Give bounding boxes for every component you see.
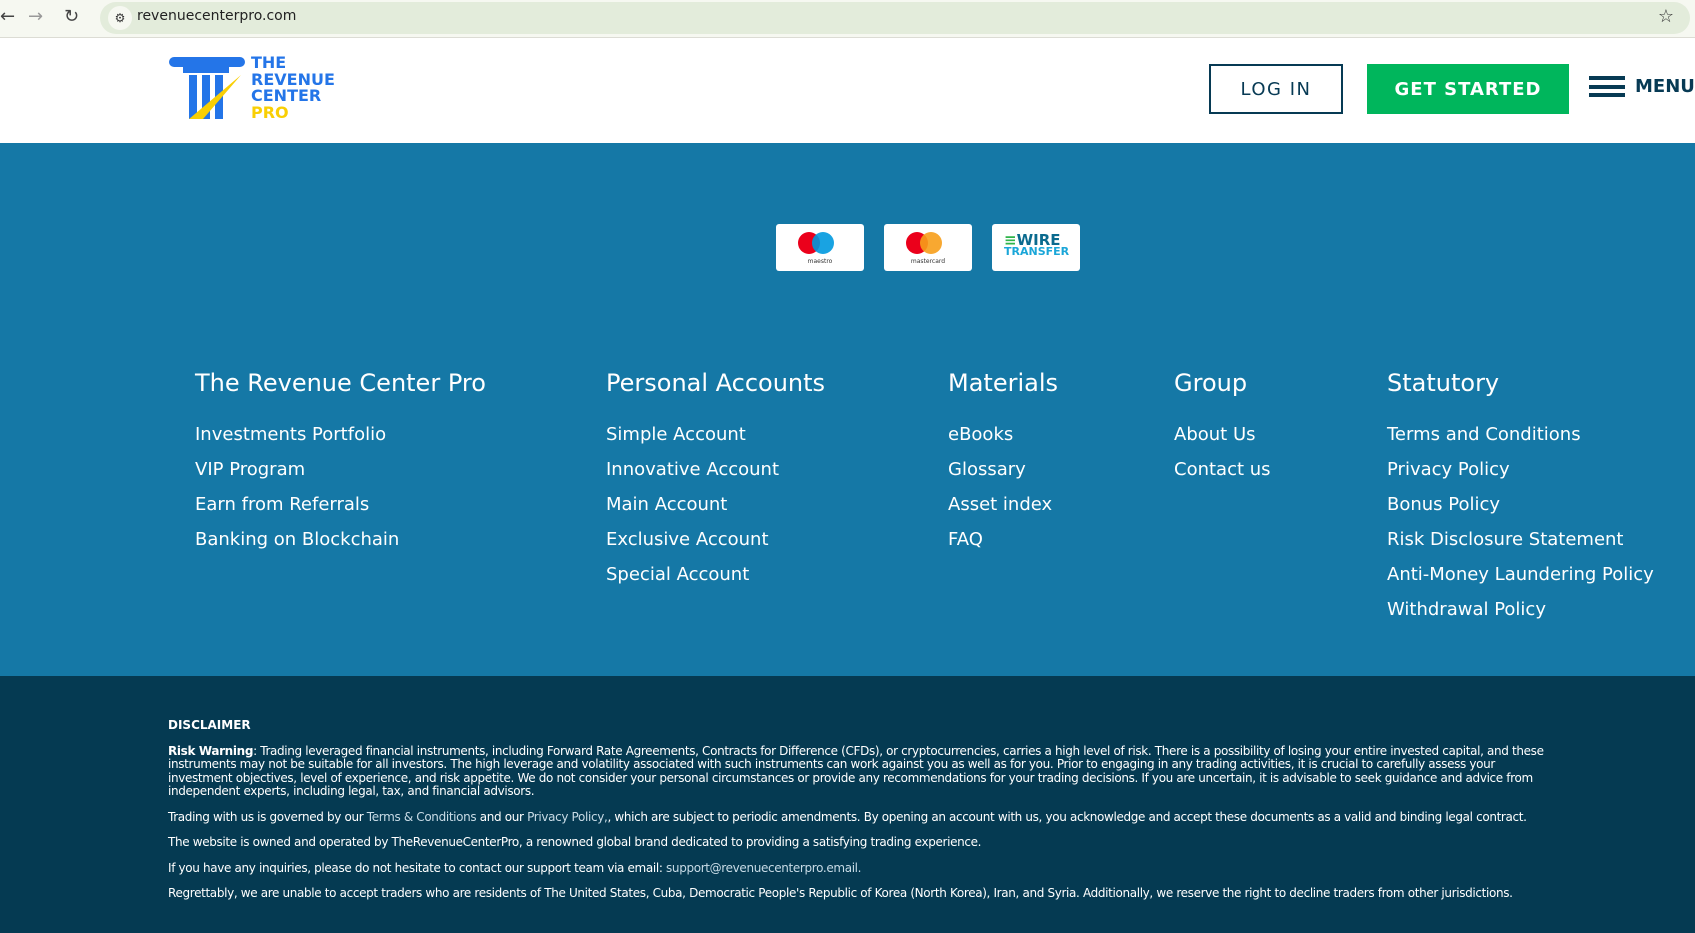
terms-link[interactable]: Terms & Conditions [367, 810, 477, 824]
footer-link[interactable]: Terms and Conditions [1387, 417, 1654, 452]
pillar-logo-icon [169, 57, 245, 119]
contact-text: If you have any inquiries, please do not… [168, 860, 1555, 876]
get-started-button[interactable]: GET STARTED [1367, 64, 1569, 114]
footer-link[interactable]: Anti-Money Laundering Policy [1387, 557, 1654, 592]
disclaimer-heading: DISCLAIMER [168, 718, 251, 732]
logo-text: PRO [251, 102, 289, 122]
footer-links-section: maestro mastercard ≡WIRE TRANSFER The Rev… [0, 143, 1695, 676]
footer-link[interactable]: Asset index [948, 487, 1058, 522]
footer-link[interactable]: Contact us [1174, 452, 1271, 487]
forward-icon[interactable]: → [28, 6, 43, 27]
url-text: revenuecenterpro.com [137, 8, 297, 24]
footer-link[interactable]: Privacy Policy [1387, 452, 1654, 487]
payment-label: TRANSFER [1004, 245, 1070, 258]
footer-link[interactable]: eBooks [948, 417, 1058, 452]
menu-label: MENU [1635, 76, 1695, 97]
restriction-text: Regrettably, we are unable to accept tra… [168, 886, 1513, 900]
column-heading: Personal Accounts [606, 369, 826, 397]
login-button[interactable]: LOG IN [1209, 64, 1343, 114]
ownership-text: The website is owned and operated by The… [168, 835, 982, 849]
privacy-link[interactable]: Privacy Policy, [527, 810, 608, 824]
risk-warning: Risk Warning: Trading leveraged financia… [168, 743, 1555, 799]
footer-column-accounts: Personal Accounts Simple Account Innovat… [606, 369, 825, 592]
site-header: THE REVENUE CENTER PRO LOG IN GET STARTE… [0, 38, 1695, 143]
disclaimer-section: DISCLAIMER Risk Warning: Trading leverag… [0, 676, 1695, 933]
footer-link[interactable]: About Us [1174, 417, 1271, 452]
payment-label: maestro [807, 258, 833, 265]
risk-warning-text: : Trading leveraged financial instrument… [168, 743, 1544, 798]
footer-link[interactable]: Banking on Blockchain [195, 522, 486, 557]
text: , which are subject to periodic amendmen… [607, 809, 1527, 824]
footer-link[interactable]: Earn from Referrals [195, 487, 486, 522]
site-settings-icon[interactable]: ⚙ [108, 6, 132, 30]
column-heading: Materials [948, 369, 1059, 397]
footer-link[interactable]: FAQ [948, 522, 1058, 557]
footer-link[interactable]: Bonus Policy [1387, 487, 1654, 522]
footer-link[interactable]: Withdrawal Policy [1387, 592, 1654, 627]
footer-link[interactable]: Investments Portfolio [195, 417, 486, 452]
text: If you have any inquiries, please do not… [168, 860, 667, 875]
footer-column-company: The Revenue Center Pro Investments Portf… [195, 369, 486, 557]
text: Trading with us is governed by our [168, 809, 367, 824]
footer-link[interactable]: Main Account [606, 487, 825, 522]
mastercard-icon: mastercard [884, 224, 972, 271]
back-icon[interactable]: ← [0, 6, 15, 27]
payment-methods: maestro mastercard ≡WIRE TRANSFER [776, 224, 1080, 271]
hamburger-icon [1589, 76, 1625, 97]
address-bar[interactable]: ⚙ revenuecenterpro.com ☆ [100, 2, 1690, 34]
support-email-link[interactable]: support@revenuecenterpro.email. [666, 861, 861, 875]
governance-text: Trading with us is governed by our Terms… [168, 809, 1555, 825]
maestro-card-icon: maestro [776, 224, 864, 271]
footer-link[interactable]: Risk Disclosure Statement [1387, 522, 1654, 557]
risk-warning-label: Risk Warning [168, 743, 254, 758]
column-heading: The Revenue Center Pro [195, 369, 486, 397]
footer-link[interactable]: Special Account [606, 557, 825, 592]
bookmark-star-icon[interactable]: ☆ [1658, 6, 1674, 27]
footer-link[interactable]: Innovative Account [606, 452, 825, 487]
column-heading: Group [1174, 369, 1248, 397]
footer-link[interactable]: VIP Program [195, 452, 486, 487]
footer-link[interactable]: Simple Account [606, 417, 825, 452]
menu-button[interactable]: MENU [1589, 76, 1695, 97]
column-heading: Statutory [1387, 369, 1500, 397]
payment-label: mastercard [910, 258, 946, 265]
wire-transfer-icon: ≡WIRE TRANSFER [992, 224, 1080, 271]
reload-icon[interactable]: ↻ [64, 6, 79, 27]
footer-column-materials: Materials eBooks Glossary Asset index FA… [948, 369, 1058, 557]
footer-column-group: Group About Us Contact us [1174, 369, 1271, 487]
browser-toolbar: ← → ↻ ⚙ revenuecenterpro.com ☆ [0, 0, 1695, 38]
footer-link[interactable]: Exclusive Account [606, 522, 825, 557]
text: and our [476, 809, 528, 824]
logo[interactable]: THE REVENUE CENTER PRO [169, 54, 349, 123]
footer-link[interactable]: Glossary [948, 452, 1058, 487]
footer-column-statutory: Statutory Terms and Conditions Privacy P… [1387, 369, 1654, 627]
